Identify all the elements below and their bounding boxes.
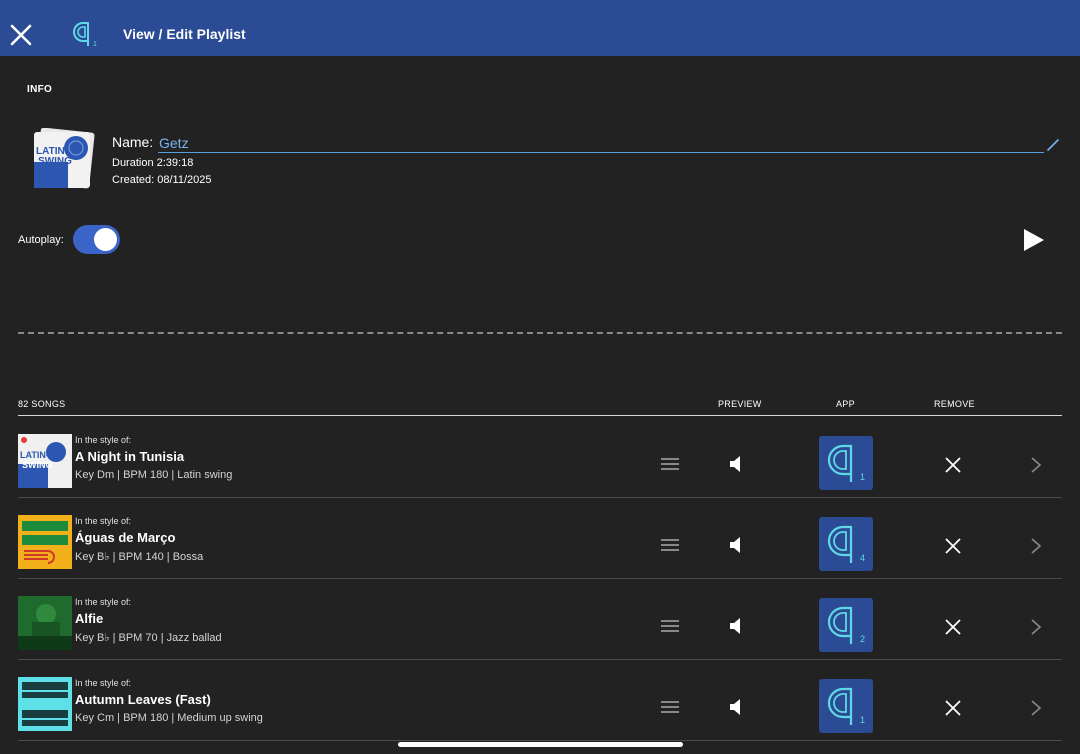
edit-pencil-icon[interactable]	[1046, 138, 1060, 152]
info-section-label: INFO	[27, 84, 53, 95]
style-of-label: In the style of:	[75, 516, 132, 526]
song-row[interactable]: LATIN- SWING In the style of: A Night in…	[18, 417, 1062, 498]
q-app-logo-icon: 1	[73, 22, 97, 48]
song-row[interactable]: In the style of: Alfie Key B♭ | BPM 70 |…	[18, 579, 1062, 660]
svg-text:LATIN-: LATIN-	[20, 450, 49, 460]
app-badge: 4	[860, 553, 865, 563]
open-in-app-button[interactable]: 1	[819, 436, 873, 490]
song-meta: Key B♭ | BPM 140 | Bossa	[75, 551, 204, 563]
song-count: 82 SONGS	[18, 399, 66, 409]
song-row[interactable]: In the style of: Autumn Leaves (Fast) Ke…	[18, 660, 1062, 741]
drag-handle-icon[interactable]	[661, 458, 679, 470]
q-app-icon: 1	[827, 444, 865, 482]
column-header-remove: REMOVE	[934, 399, 975, 409]
remove-icon[interactable]	[945, 457, 961, 473]
song-thumbnail-bossa	[18, 515, 72, 569]
page-title: View / Edit Playlist	[123, 26, 246, 42]
style-of-label: In the style of:	[75, 435, 132, 445]
column-header-app: APP	[836, 399, 855, 409]
home-indicator[interactable]	[398, 742, 683, 747]
song-list-header: 82 SONGS PREVIEW APP REMOVE	[18, 398, 1062, 416]
remove-icon[interactable]	[945, 700, 961, 716]
cover-text-line2: SWING	[38, 156, 72, 167]
svg-text:SWING: SWING	[22, 460, 53, 470]
song-title: Águas de Março	[75, 530, 176, 545]
close-icon[interactable]	[10, 24, 32, 46]
playlist-name-input[interactable]	[158, 133, 1044, 153]
top-bar: 1 View / Edit Playlist	[0, 0, 1080, 56]
playlist-cover-image: LATIN- SWING	[34, 128, 95, 189]
song-meta: Key Cm | BPM 180 | Medium up swing	[75, 712, 263, 724]
column-header-preview: PREVIEW	[718, 399, 762, 409]
open-in-app-button[interactable]: 1	[819, 679, 873, 733]
speaker-icon[interactable]	[728, 455, 744, 473]
play-icon[interactable]	[1020, 227, 1046, 253]
q-app-icon: 1	[827, 687, 865, 725]
song-title: A Night in Tunisia	[75, 449, 185, 464]
remove-icon[interactable]	[945, 538, 961, 554]
style-of-label: In the style of:	[75, 597, 132, 607]
song-title: Autumn Leaves (Fast)	[75, 692, 211, 707]
app-badge: 1	[860, 472, 865, 482]
playlist-created-date: Created: 08/11/2025	[112, 174, 212, 186]
speaker-icon[interactable]	[728, 536, 744, 554]
remove-icon[interactable]	[945, 619, 961, 635]
drag-handle-icon[interactable]	[661, 539, 679, 551]
song-meta: Key Dm | BPM 180 | Latin swing	[75, 469, 233, 481]
song-title: Alfie	[75, 611, 104, 626]
open-in-app-button[interactable]: 2	[819, 598, 873, 652]
song-thumbnail-latin-swing: LATIN- SWING	[18, 434, 72, 488]
speaker-icon[interactable]	[728, 698, 744, 716]
style-of-label: In the style of:	[75, 678, 132, 688]
logo-badge: 1	[93, 41, 97, 48]
drag-handle-icon[interactable]	[661, 701, 679, 713]
chevron-right-icon[interactable]	[1030, 699, 1042, 717]
autoplay-label: Autoplay:	[18, 234, 64, 246]
chevron-right-icon[interactable]	[1030, 456, 1042, 474]
chevron-right-icon[interactable]	[1030, 537, 1042, 555]
autoplay-toggle[interactable]	[73, 225, 120, 254]
app-badge: 2	[860, 634, 865, 644]
app-badge: 1	[860, 715, 865, 725]
drag-handle-icon[interactable]	[661, 620, 679, 632]
speaker-icon[interactable]	[728, 617, 744, 635]
song-thumbnail-medium-up	[18, 677, 72, 731]
song-row[interactable]: In the style of: Águas de Março Key B♭ |…	[18, 498, 1062, 579]
chevron-right-icon[interactable]	[1030, 618, 1042, 636]
song-meta: Key B♭ | BPM 70 | Jazz ballad	[75, 632, 222, 644]
toggle-knob	[94, 228, 117, 251]
song-thumbnail-ballad	[18, 596, 72, 650]
playlist-duration: Duration 2:39:18	[112, 157, 194, 169]
open-in-app-button[interactable]: 4	[819, 517, 873, 571]
q-app-icon: 4	[827, 525, 865, 563]
section-divider	[18, 332, 1062, 334]
name-label: Name:	[112, 134, 154, 150]
q-app-icon: 2	[827, 606, 865, 644]
